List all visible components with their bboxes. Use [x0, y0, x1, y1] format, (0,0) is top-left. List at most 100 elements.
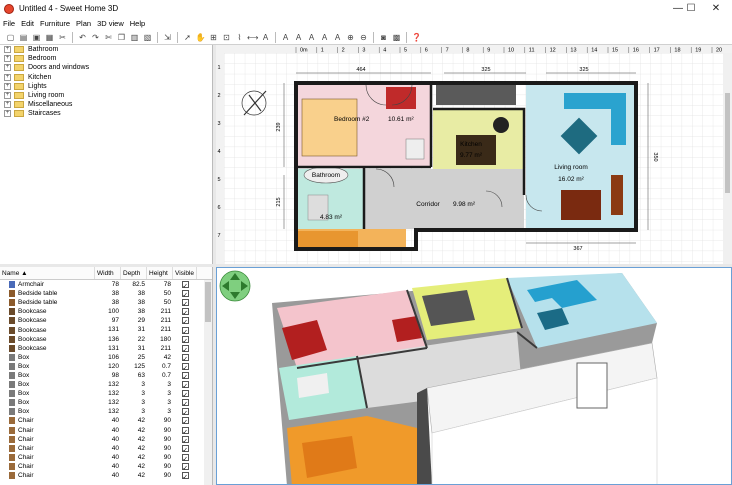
menu-plan[interactable]: Plan — [76, 19, 91, 28]
zoom-in-icon[interactable]: ⊕ — [345, 32, 356, 43]
plan-dining-table[interactable] — [561, 190, 601, 220]
create-dimensions-icon[interactable]: ⟷ — [247, 32, 258, 43]
undo-icon[interactable]: ↶ — [77, 32, 88, 43]
open-file-icon[interactable]: ▤ — [18, 32, 29, 43]
table-row[interactable]: Box 98 63 0.7 ✓ — [0, 371, 212, 381]
menu-edit[interactable]: Edit — [21, 19, 34, 28]
visible-checkbox[interactable]: ✓ — [181, 435, 189, 445]
visible-checkbox[interactable]: ✓ — [181, 408, 189, 417]
create-walls-icon[interactable]: ⊞ — [208, 32, 219, 43]
catalog-category[interactable]: + Living room — [0, 91, 212, 100]
table-row[interactable]: Chair 40 42 90 ✓ — [0, 462, 212, 472]
table-row[interactable]: Chair 40 42 90 ✓ — [0, 435, 212, 445]
table-row[interactable]: Box 132 3 3 ✓ — [0, 380, 212, 390]
visible-checkbox[interactable]: ✓ — [181, 390, 189, 399]
plan-sink[interactable] — [405, 138, 425, 160]
expand-icon[interactable]: + — [4, 73, 11, 81]
scrollbar-thumb[interactable] — [205, 282, 211, 322]
table-row[interactable]: Box 106 25 42 ✓ — [0, 353, 212, 363]
visible-checkbox[interactable]: ✓ — [181, 444, 189, 454]
column-header-name[interactable]: Name ▲ — [0, 267, 95, 279]
cut-icon[interactable]: ✂ — [57, 32, 68, 43]
redo-icon[interactable]: ↷ — [90, 32, 101, 43]
create-polylines-icon[interactable]: ⌇ — [234, 32, 245, 43]
column-header-width[interactable]: Width — [95, 267, 121, 279]
expand-icon[interactable]: + — [4, 82, 11, 90]
zoom-out-icon[interactable]: ⊖ — [358, 32, 369, 43]
table-row[interactable]: Box 120 125 0.7 ✓ — [0, 362, 212, 372]
table-row[interactable]: Bookcase 136 22 180 ✓ — [0, 335, 212, 345]
menu-3d-view[interactable]: 3D view — [97, 19, 124, 28]
save-as-icon[interactable]: ▦ — [44, 32, 55, 43]
menu-furniture[interactable]: Furniture — [40, 19, 70, 28]
catalog-category[interactable]: + Doors and windows — [0, 63, 212, 72]
expand-icon[interactable]: + — [4, 110, 11, 118]
create-photo-icon[interactable]: ◙ — [378, 32, 389, 43]
visible-checkbox[interactable]: ✓ — [181, 344, 189, 354]
table-row[interactable]: Box 132 3 3 ✓ — [0, 407, 212, 417]
table-row[interactable]: Chair 40 42 90 ✓ — [0, 471, 212, 481]
close-button[interactable]: ✕ — [700, 0, 732, 17]
column-header-height[interactable]: Height — [147, 267, 173, 279]
menu-help[interactable]: Help — [130, 19, 145, 28]
table-row[interactable]: Bookcase 131 31 211 ✓ — [0, 344, 212, 354]
table-row[interactable]: Box 132 3 3 ✓ — [0, 389, 212, 399]
visible-checkbox[interactable]: ✓ — [181, 453, 189, 463]
cut-scissors-icon[interactable]: ✄ — [103, 32, 114, 43]
expand-icon[interactable]: + — [4, 46, 11, 54]
plan-canvas[interactable]: 0m123456789101112131415161718192021 1234… — [216, 45, 732, 264]
catalog-category[interactable]: + Miscellaneous — [0, 100, 212, 109]
table-row[interactable]: Chair 40 42 90 ✓ — [0, 426, 212, 436]
add-text-icon[interactable]: A — [260, 32, 271, 43]
furniture-table-scrollbar[interactable] — [204, 280, 212, 485]
expand-icon[interactable]: + — [4, 64, 11, 72]
visible-checkbox[interactable]: ✓ — [181, 290, 189, 299]
visible-checkbox[interactable]: ✓ — [181, 472, 189, 481]
plan-bed[interactable] — [301, 98, 358, 157]
save-icon[interactable]: ▣ — [31, 32, 42, 43]
table-row[interactable]: Bedside table 38 38 50 ✓ — [0, 298, 212, 308]
expand-icon[interactable]: + — [4, 55, 11, 63]
select-arrow-icon[interactable]: ➚ — [182, 32, 193, 43]
plan-kitchen-lamp[interactable] — [493, 117, 509, 133]
expand-icon[interactable]: + — [4, 101, 11, 109]
table-row[interactable]: Bedside table 38 38 50 ✓ — [0, 289, 212, 299]
visible-checkbox[interactable]: ✓ — [181, 281, 189, 290]
help-icon[interactable]: ❓ — [411, 32, 422, 43]
visible-checkbox[interactable]: ✓ — [181, 308, 189, 317]
create-rooms-icon[interactable]: ⊡ — [221, 32, 232, 43]
3d-view[interactable] — [216, 267, 732, 485]
text-increase-icon[interactable]: A — [319, 32, 330, 43]
table-row[interactable]: Bookcase 100 38 211 ✓ — [0, 307, 212, 317]
new-file-icon[interactable]: ▢ — [5, 32, 16, 43]
text-style-icon[interactable]: A — [280, 32, 291, 43]
plan-bookcase[interactable] — [611, 175, 623, 215]
visible-checkbox[interactable]: ✓ — [181, 426, 189, 436]
table-row[interactable]: Bookcase 131 31 211 ✓ — [0, 325, 212, 336]
paste-icon[interactable]: ▥ — [129, 32, 140, 43]
catalog-category[interactable]: + Kitchen — [0, 73, 212, 82]
table-row[interactable]: Bookcase 97 29 211 ✓ — [0, 316, 212, 326]
visible-checkbox[interactable]: ✓ — [181, 399, 189, 408]
menu-file[interactable]: File — [3, 19, 15, 28]
3d-canvas[interactable] — [217, 268, 732, 485]
visible-checkbox[interactable]: ✓ — [181, 417, 189, 426]
visible-checkbox[interactable]: ✓ — [181, 335, 189, 345]
3d-navigation-arrows-icon[interactable] — [219, 270, 251, 302]
create-video-icon[interactable]: ▩ — [391, 32, 402, 43]
visible-checkbox[interactable]: ✓ — [181, 353, 189, 363]
visible-checkbox[interactable]: ✓ — [181, 371, 189, 381]
catalog-category[interactable]: + Bedroom — [0, 54, 212, 63]
copy-icon[interactable]: ❐ — [116, 32, 127, 43]
plan-view[interactable]: 0m123456789101112131415161718192021 1234… — [216, 45, 732, 264]
column-header-visible[interactable]: Visible — [173, 267, 197, 279]
table-row[interactable]: Chair 40 42 90 ✓ — [0, 453, 212, 463]
catalog-category[interactable]: + Staircases — [0, 109, 212, 118]
table-row[interactable]: Armchair 78 82.5 78 ✓ — [0, 280, 212, 290]
visible-checkbox[interactable]: ✓ — [181, 381, 189, 390]
visible-checkbox[interactable]: ✓ — [181, 462, 189, 472]
table-row[interactable]: Box 132 3 3 ✓ — [0, 398, 212, 408]
visible-checkbox[interactable]: ✓ — [181, 299, 189, 308]
scrollbar-thumb[interactable] — [725, 93, 730, 193]
visible-checkbox[interactable]: ✓ — [181, 362, 189, 372]
